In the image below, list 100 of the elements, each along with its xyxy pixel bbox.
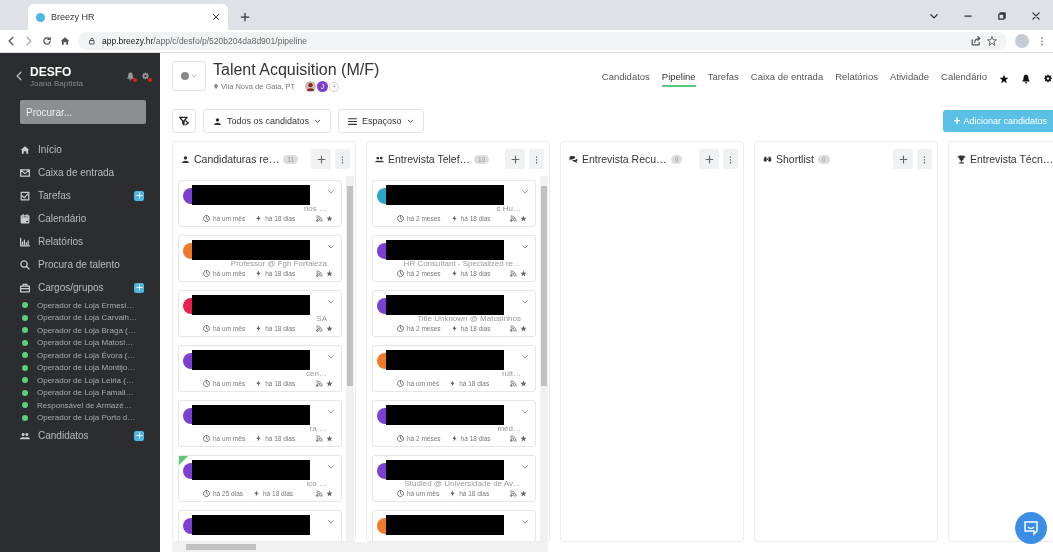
caret-icon[interactable] (327, 188, 335, 196)
star-icon (326, 380, 333, 387)
browser-tab[interactable]: Breezy HR (28, 4, 228, 30)
scrollbar[interactable] (540, 176, 548, 541)
sidebar-item[interactable]: Operador de Loja Leiria (… (0, 374, 160, 387)
sidebar-item[interactable]: Responsável de Armazé… (0, 399, 160, 412)
nav-tab[interactable]: Calendário (941, 71, 987, 87)
sidebar-item[interactable]: Operador de Loja Ermesi… (0, 299, 160, 312)
add-button[interactable] (893, 149, 913, 169)
caret-icon[interactable] (521, 463, 529, 471)
rss-icon (510, 380, 517, 387)
bell-icon[interactable] (1021, 74, 1031, 84)
star-icon[interactable] (987, 36, 997, 46)
caret-icon[interactable] (521, 518, 529, 526)
sidebar-item[interactable]: Operador de Loja Évora (… (0, 349, 160, 362)
add-button[interactable] (505, 149, 525, 169)
sidebar-item[interactable]: Operador de Loja Braga (… (0, 324, 160, 337)
rss-icon (510, 270, 517, 277)
plus-icon[interactable] (240, 12, 250, 22)
candidate-headline: SA (315, 314, 328, 324)
candidate-headline: ruit… (500, 369, 522, 379)
sidebar-item[interactable]: Procura de talento (0, 253, 160, 276)
filter-dropdown[interactable]: Todos os candidatos (203, 109, 332, 133)
chat-button[interactable] (1015, 512, 1047, 544)
plus-icon (510, 154, 520, 164)
scrollbar[interactable] (346, 176, 354, 541)
caret-icon[interactable] (327, 298, 335, 306)
restore-icon[interactable] (997, 11, 1007, 21)
home-icon[interactable] (60, 36, 70, 46)
caret-icon[interactable] (327, 243, 335, 251)
chevron-icon[interactable] (929, 11, 939, 21)
sidebar-item[interactable]: Candidatos (0, 424, 160, 447)
caret-icon[interactable] (521, 188, 529, 196)
caret-icon[interactable] (521, 243, 529, 251)
nav-tab[interactable]: Candidatos (601, 71, 650, 87)
close-icon[interactable] (1031, 11, 1041, 21)
favicon-icon (36, 12, 45, 22)
status-dot (22, 327, 28, 334)
reload-icon[interactable] (42, 36, 52, 46)
share-icon[interactable] (971, 36, 981, 46)
status-dot (22, 314, 28, 321)
notification-dot (133, 77, 137, 82)
nav-tab[interactable]: Relatórios (835, 71, 878, 87)
nav-tab[interactable]: Tarefas (707, 71, 739, 87)
sidebar-item[interactable]: Início (0, 138, 160, 161)
caret-icon[interactable] (327, 408, 335, 416)
add-icon[interactable] (134, 430, 144, 441)
back-icon[interactable] (14, 71, 24, 81)
candidate-headline: méd… (496, 424, 522, 434)
sidebar-item[interactable]: Caixa de entrada (0, 161, 160, 184)
caret-icon[interactable] (521, 408, 529, 416)
sidebar-item[interactable]: Relatórios (0, 230, 160, 253)
add-button[interactable] (311, 149, 331, 169)
lightning-icon (449, 380, 457, 387)
nav-tab[interactable]: Caixa de entrada (750, 71, 824, 87)
add-button[interactable] (699, 149, 719, 169)
sidebar-item[interactable]: Operador de Loja Famali… (0, 386, 160, 399)
star-icon (326, 490, 333, 497)
caret-icon[interactable] (521, 298, 529, 306)
caret-icon[interactable] (521, 353, 529, 361)
sidebar-item[interactable]: Tarefas (0, 184, 160, 207)
back-icon[interactable] (6, 36, 16, 46)
chat-icon (1023, 520, 1039, 536)
add-icon[interactable] (134, 190, 144, 201)
address-bar[interactable]: app.breezy.hr/app/c/desfo/p/520b204da8d901/pipeline (78, 32, 1007, 50)
caret-icon[interactable] (327, 463, 335, 471)
close-icon[interactable] (212, 13, 220, 21)
menu-icon (348, 116, 358, 126)
lightning-icon (450, 215, 458, 222)
status-dot (22, 377, 28, 384)
clock-icon (203, 325, 210, 332)
nav-tab[interactable]: Atividade (889, 71, 930, 87)
caret-icon[interactable] (327, 518, 335, 526)
rss-icon (316, 490, 323, 497)
rss-icon (316, 380, 323, 387)
star-icon[interactable] (999, 74, 1009, 84)
caret-icon[interactable] (327, 353, 335, 361)
filter-button[interactable] (172, 109, 196, 133)
lightning-icon (255, 380, 263, 387)
clock-icon (397, 215, 404, 222)
status-dropdown[interactable] (172, 61, 206, 91)
sidebar-item[interactable]: Operador de Loja Matosi… (0, 336, 160, 349)
lightning-icon (255, 270, 263, 277)
scrollbar[interactable] (172, 542, 548, 552)
lightning-icon (449, 490, 457, 497)
checkbox-icon (20, 190, 30, 201)
sidebar-item[interactable]: Operador de Loja Carvalh… (0, 311, 160, 324)
briefcase-icon (20, 282, 30, 293)
sidebar-item[interactable]: Operador de Loja Montijo… (0, 361, 160, 374)
avatar[interactable] (305, 81, 317, 92)
settings-icon[interactable] (1043, 74, 1053, 84)
add-icon[interactable] (134, 282, 144, 293)
sidebar-item[interactable]: Cargos/grupos (0, 276, 160, 299)
sidebar-item[interactable]: Operador de Loja Porto d… (0, 411, 160, 424)
candidate-headline: Professor @ Fgh Fortaleza (229, 259, 328, 269)
nav-tab[interactable]: Pipeline (661, 71, 696, 87)
search-field[interactable]: Procurar... (20, 100, 146, 124)
sidebar-item[interactable]: Calendário (0, 207, 160, 230)
star-icon (520, 215, 527, 222)
filter-dropdown[interactable]: Espaçoso (338, 109, 424, 133)
